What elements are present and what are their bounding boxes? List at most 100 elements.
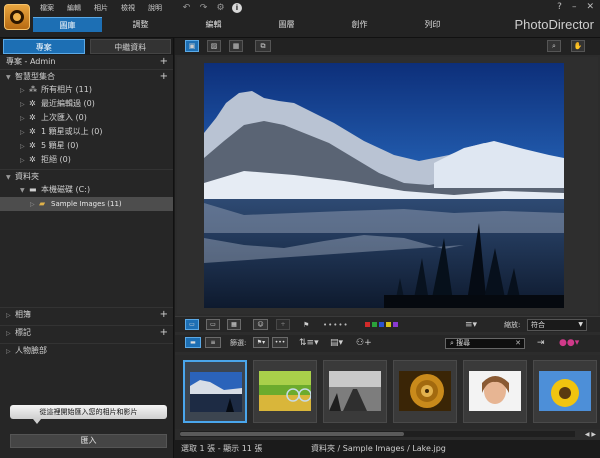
- smart-collection-one-star[interactable]: ▷ ✲ 1 顆星或以上 (0): [0, 125, 173, 139]
- folders-title: 資料夾: [15, 172, 39, 181]
- filter-label: 篩選:: [230, 339, 247, 347]
- add-tag-button[interactable]: +: [276, 319, 290, 330]
- tab-adjust[interactable]: 調整: [106, 17, 175, 32]
- folders-header[interactable]: ▼ 資料夾: [0, 169, 173, 183]
- expand-arrow-icon[interactable]: ▷: [6, 327, 15, 341]
- scrollbar-thumb[interactable]: [180, 432, 404, 436]
- folder-sample-images[interactable]: ▷ ▰ Sample Images (11): [0, 197, 173, 211]
- close-button[interactable]: ✕: [586, 2, 594, 12]
- thumbnail-spiral[interactable]: [393, 360, 457, 423]
- tab-library[interactable]: 圖庫: [33, 17, 102, 32]
- thumbnail-road[interactable]: [323, 360, 387, 423]
- compare-multi-button[interactable]: ▦: [227, 319, 241, 330]
- help-button[interactable]: ?: [557, 2, 562, 12]
- add-tag-icon[interactable]: +: [160, 326, 168, 340]
- app-name: PhotoDirector: [514, 17, 594, 32]
- thumbnail-image: [469, 371, 521, 411]
- smart-collection-last-import[interactable]: ▷ ✲ 上次匯入 (0): [0, 111, 173, 125]
- left-panel-tabs: 專案 中繼資料: [0, 38, 173, 55]
- zoom-select[interactable]: 符合 ▼: [527, 319, 587, 331]
- zoom-tool-icon[interactable]: ⌕: [547, 40, 561, 52]
- scroll-right-icon[interactable]: ▶: [591, 431, 596, 438]
- tags-title: 標記: [15, 328, 31, 337]
- thumbnail-bicycle[interactable]: [253, 360, 317, 423]
- export-icon[interactable]: ⇥: [537, 335, 545, 351]
- gear-icon: ✲: [29, 113, 36, 122]
- face-tag-button[interactable]: ☺: [253, 319, 268, 330]
- expand-arrow-icon[interactable]: ▷: [6, 309, 15, 323]
- sort-menu-icon[interactable]: ≡▾: [465, 317, 477, 333]
- smart-collection-five-star[interactable]: ▷ ✲ 5 顆星 (0): [0, 139, 173, 153]
- tab-print[interactable]: 列印: [398, 17, 467, 32]
- faces-header[interactable]: ▷ 人物臉部: [0, 343, 173, 357]
- color-label-purple[interactable]: [393, 322, 398, 327]
- stack-icon[interactable]: ▤▾: [330, 335, 343, 351]
- menu-edit[interactable]: 編輯: [67, 3, 81, 13]
- undo-icon[interactable]: ↶: [181, 3, 192, 13]
- compare-view-button[interactable]: ▨: [207, 40, 221, 52]
- color-label-green[interactable]: [372, 322, 377, 327]
- color-label-yellow[interactable]: [386, 322, 391, 327]
- second-display-button[interactable]: ⧉: [255, 40, 271, 52]
- grid-view-button[interactable]: ▦: [229, 40, 243, 52]
- import-hint-tooltip: 從這裡開始匯入您的相片和影片: [10, 405, 167, 424]
- folder-drive-c[interactable]: ▼ ▬ 本機磁碟 (C:): [0, 183, 173, 197]
- menu-view[interactable]: 檢視: [121, 3, 135, 13]
- notification-icon[interactable]: i: [232, 3, 242, 13]
- smart-collection-rejected[interactable]: ▷ ✲ 拒絕 (0): [0, 153, 173, 167]
- tab-layers[interactable]: 圖層: [252, 17, 321, 32]
- settings-icon[interactable]: ⚙: [215, 3, 226, 13]
- flag-filter-button[interactable]: ⚑▾: [253, 337, 269, 348]
- rating-filter-button[interactable]: •••: [272, 337, 288, 348]
- add-project-icon[interactable]: +: [160, 55, 168, 69]
- share-icon[interactable]: ●●▾: [559, 335, 579, 351]
- list-view-button[interactable]: ≡: [205, 337, 221, 348]
- smart-collections-header[interactable]: ▼ 智慧型集合 +: [0, 69, 173, 83]
- expand-arrow-icon[interactable]: ▷: [6, 345, 15, 359]
- thumbnail-image: [259, 371, 311, 411]
- add-smart-collection-icon[interactable]: +: [160, 70, 168, 84]
- sort-icon[interactable]: ⇅≡▾: [299, 335, 319, 351]
- project-header: 專案 - Admin +: [0, 55, 173, 69]
- thumbnail-image: [399, 371, 451, 411]
- menu-help[interactable]: 說明: [148, 3, 162, 13]
- smart-collections-title: 智慧型集合: [15, 72, 55, 81]
- menu-file[interactable]: 檔案: [40, 3, 54, 13]
- filmstrip-scrollbar[interactable]: [180, 431, 575, 437]
- single-view-button[interactable]: ▣: [185, 40, 199, 52]
- tags-header[interactable]: ▷ 標記 +: [0, 325, 173, 339]
- thumbnail-sunflower[interactable]: [533, 360, 597, 423]
- status-bar: 選取 1 張 - 顯示 11 張 資料夾 / Sample Images / L…: [175, 440, 600, 458]
- thumbnail-image: [190, 372, 242, 412]
- tab-create[interactable]: 創作: [325, 17, 394, 32]
- smart-collection-recently-edited[interactable]: ▷ ✲ 最近編輯過 (0): [0, 97, 173, 111]
- scroll-left-icon[interactable]: ◀: [585, 431, 590, 438]
- color-label-red[interactable]: [365, 322, 370, 327]
- flag-icon[interactable]: ⚑: [303, 317, 309, 333]
- clear-search-icon[interactable]: ✕: [515, 339, 521, 348]
- redo-icon[interactable]: ↷: [198, 3, 209, 13]
- smart-collection-all-photos[interactable]: ▷ ⁂ 所有相片 (11): [0, 83, 173, 97]
- search-input[interactable]: ⌕ 搜尋 ✕: [445, 338, 525, 349]
- albums-title: 相簿: [15, 310, 31, 319]
- thumbnail-woman[interactable]: [463, 360, 527, 423]
- add-person-icon[interactable]: ⚇+: [356, 335, 372, 351]
- import-button[interactable]: 匯入: [10, 434, 167, 448]
- menu-photo[interactable]: 相片: [94, 3, 108, 13]
- minimize-button[interactable]: –: [572, 2, 577, 12]
- thumbnail-lake[interactable]: [183, 360, 247, 423]
- star-rating[interactable]: •••••: [323, 317, 349, 333]
- pan-tool-icon[interactable]: ✋: [571, 40, 585, 52]
- albums-header[interactable]: ▷ 相簿 +: [0, 307, 173, 321]
- title-bar: 檔案 編輯 相片 檢視 說明 ↶ ↷ ⚙ i ? – ✕ 圖庫 調整 編輯 圖層…: [0, 0, 600, 38]
- color-label-blue[interactable]: [379, 322, 384, 327]
- compare-two-button[interactable]: ▭: [206, 319, 220, 330]
- tab-project[interactable]: 專案: [3, 39, 85, 54]
- add-album-icon[interactable]: +: [160, 308, 168, 322]
- tab-metadata[interactable]: 中繼資料: [89, 39, 171, 54]
- window-controls: ? – ✕: [557, 2, 594, 12]
- selection-status: 選取 1 張 - 顯示 11 張: [181, 444, 263, 453]
- single-photo-button[interactable]: ▭: [185, 319, 199, 330]
- filmstrip-view-button[interactable]: ▬: [185, 337, 201, 348]
- tab-edit[interactable]: 編輯: [179, 17, 248, 32]
